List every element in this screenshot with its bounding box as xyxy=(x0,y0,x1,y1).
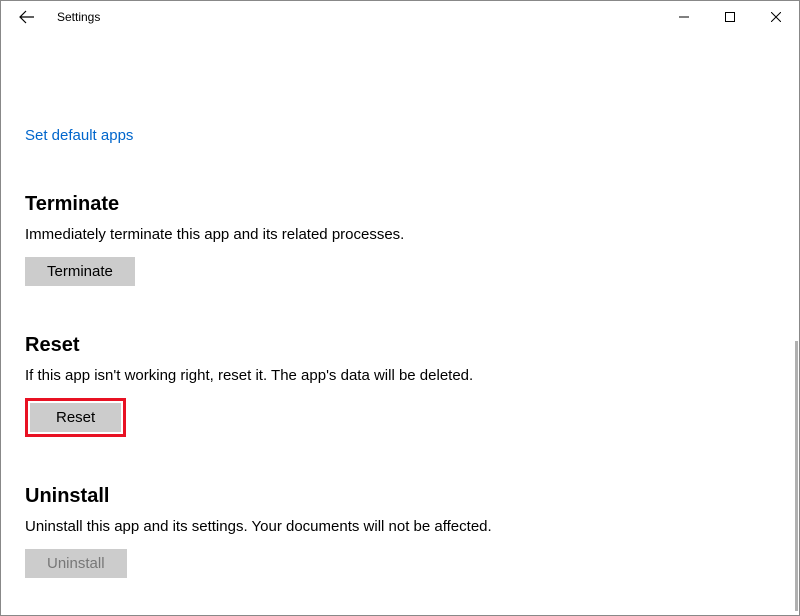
terminate-title: Terminate xyxy=(25,193,775,216)
minimize-icon xyxy=(679,12,689,22)
terminate-button[interactable]: Terminate xyxy=(25,257,135,286)
maximize-icon xyxy=(725,12,735,22)
window-controls xyxy=(661,1,799,33)
maximize-button[interactable] xyxy=(707,1,753,33)
window-title: Settings xyxy=(57,10,100,24)
reset-title: Reset xyxy=(25,334,775,357)
reset-highlight: Reset xyxy=(25,398,126,437)
close-icon xyxy=(771,12,781,22)
back-button[interactable] xyxy=(9,1,45,33)
uninstall-title: Uninstall xyxy=(25,485,775,508)
back-arrow-icon xyxy=(19,9,35,25)
titlebar: Settings xyxy=(1,1,799,33)
uninstall-desc: Uninstall this app and its settings. You… xyxy=(25,518,775,535)
set-default-apps-link[interactable]: Set default apps xyxy=(25,127,133,144)
close-button[interactable] xyxy=(753,1,799,33)
content-area: Set default apps Terminate Immediately t… xyxy=(1,33,799,615)
reset-section: Reset If this app isn't working right, r… xyxy=(25,334,775,437)
terminate-section: Terminate Immediately terminate this app… xyxy=(25,193,775,286)
uninstall-section: Uninstall Uninstall this app and its set… xyxy=(25,485,775,578)
minimize-button[interactable] xyxy=(661,1,707,33)
reset-desc: If this app isn't working right, reset i… xyxy=(25,367,775,384)
reset-button[interactable]: Reset xyxy=(30,403,121,432)
scrollbar[interactable] xyxy=(795,341,798,611)
uninstall-button: Uninstall xyxy=(25,549,127,578)
terminate-desc: Immediately terminate this app and its r… xyxy=(25,226,775,243)
